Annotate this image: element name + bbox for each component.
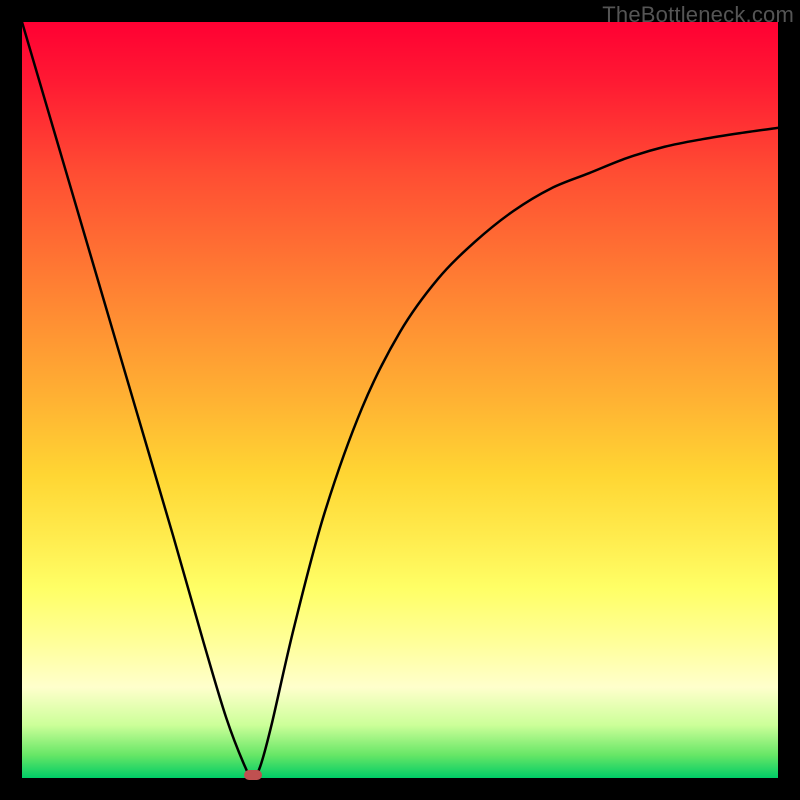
plot-area bbox=[22, 22, 778, 778]
chart-container: TheBottleneck.com bbox=[0, 0, 800, 800]
bottleneck-curve bbox=[22, 22, 778, 778]
watermark: TheBottleneck.com bbox=[602, 2, 794, 28]
minimum-marker bbox=[244, 770, 262, 780]
